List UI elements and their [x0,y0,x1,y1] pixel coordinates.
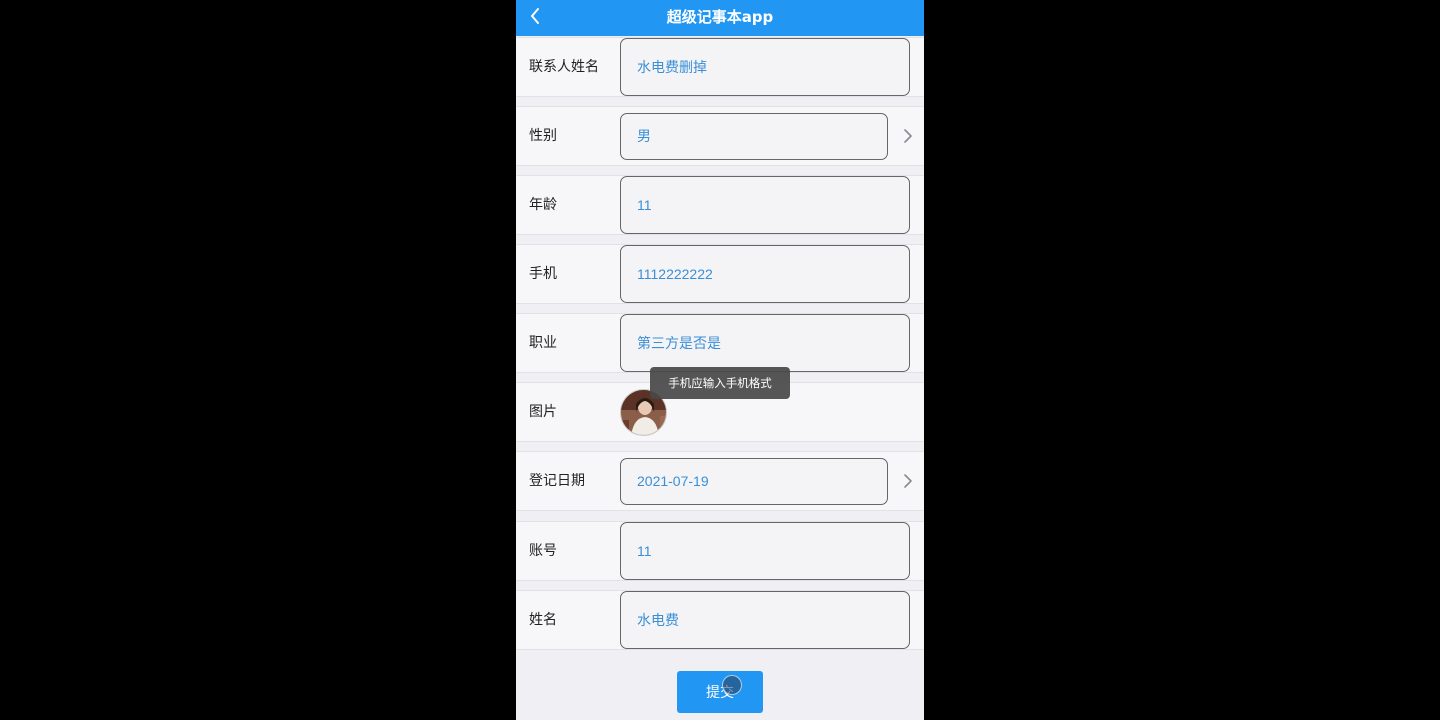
form-row-name: 姓名 水电费 [516,590,924,650]
gender-label: 性别 [529,128,557,144]
form-row-phone: 手机 1112222222 [516,244,924,304]
form-row-occupation: 职业 第三方是否是 [516,313,924,373]
chevron-right-icon[interactable] [902,128,914,144]
occupation-input[interactable]: 第三方是否是 [620,314,910,372]
age-input[interactable]: 11 [620,176,910,234]
form-row-contact-name: 联系人姓名 水电费删掉 [516,37,924,97]
form-row-register-date: 登记日期 2021-07-19 [516,451,924,511]
age-label: 年龄 [529,197,557,213]
touch-indicator [722,675,742,695]
name-input[interactable]: 水电费 [620,591,910,649]
toast-message: 手机应输入手机格式 [650,367,790,399]
photo-label: 图片 [529,404,557,420]
nav-bar: 超级记事本app [516,0,924,36]
form-row-account: 账号 11 [516,521,924,581]
phone-label: 手机 [529,266,557,282]
name-label: 姓名 [529,612,557,628]
form-row-gender: 性别 男 [516,106,924,166]
form-row-age: 年龄 11 [516,175,924,235]
phone-screen: 超级记事本app 联系人姓名 水电费删掉 性别 男 年龄 11 手机 11122… [516,0,924,720]
occupation-label: 职业 [529,335,557,351]
register-date-picker[interactable]: 2021-07-19 [620,458,888,505]
account-label: 账号 [529,543,557,559]
submit-button[interactable]: 提交 [677,671,763,713]
contact-name-input[interactable]: 水电费删掉 [620,38,910,96]
chevron-right-icon[interactable] [902,473,914,489]
gender-select[interactable]: 男 [620,113,888,160]
phone-input[interactable]: 1112222222 [620,245,910,303]
account-input[interactable]: 11 [620,522,910,580]
contact-name-label: 联系人姓名 [529,59,599,75]
page-title: 超级记事本app [666,8,774,26]
register-date-label: 登记日期 [529,473,585,489]
